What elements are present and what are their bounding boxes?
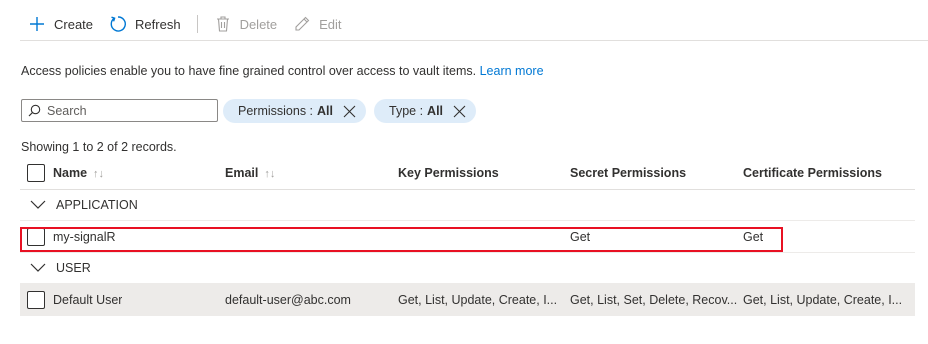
refresh-label: Refresh	[135, 16, 181, 32]
column-header-key-permissions: Key Permissions	[398, 166, 499, 180]
email-header-label: Email	[225, 166, 259, 180]
cell-secret-permissions: Get, List, Set, Delete, Recov...	[570, 292, 738, 307]
cell-name: my-signalR	[53, 229, 116, 244]
close-icon[interactable]	[343, 105, 356, 118]
permissions-filter-label: Permissions :	[238, 104, 314, 118]
group-header-user[interactable]: USER	[20, 253, 915, 284]
cell-key-permissions: Get, List, Update, Create, I...	[398, 292, 558, 307]
type-filter-pill[interactable]: Type : All	[374, 99, 477, 123]
cell-certificate-permissions: Get	[743, 229, 764, 244]
chevron-down-icon	[30, 199, 46, 211]
search-icon	[28, 104, 42, 118]
delete-label: Delete	[239, 16, 278, 32]
column-header-email[interactable]: Email ↑↓	[225, 166, 275, 180]
edit-label: Edit	[319, 16, 342, 32]
name-header-label: Name	[53, 166, 88, 180]
close-icon[interactable]	[453, 105, 466, 118]
access-policies-grid: Name ↑↓ Email ↑↓ Key Permissions Secret Pe…	[20, 157, 915, 316]
row-checkbox[interactable]	[27, 227, 45, 246]
refresh-icon	[109, 15, 127, 33]
type-filter-value: All	[427, 104, 444, 118]
row-checkbox[interactable]	[27, 290, 45, 309]
table-row[interactable]: Default User default-user@abc.com Get, L…	[20, 284, 915, 316]
refresh-button[interactable]: Refresh	[101, 8, 189, 40]
type-filter-label: Type :	[389, 104, 424, 118]
column-header-name[interactable]: Name ↑↓	[53, 166, 104, 180]
table-row[interactable]: my-signalR Get Get	[20, 221, 915, 253]
description-text: Access policies enable you to have fine …	[21, 64, 477, 78]
plus-icon	[28, 15, 46, 33]
permissions-filter-pill[interactable]: Permissions : All	[223, 99, 367, 123]
grid-header: Name ↑↓ Email ↑↓ Key Permissions Secret Pe…	[20, 157, 915, 190]
chevron-down-icon	[30, 262, 46, 274]
cell-certificate-permissions: Get, List, Update, Create, I...	[743, 292, 903, 307]
description: Access policies enable you to have fine …	[21, 64, 544, 78]
search-box[interactable]	[21, 99, 218, 122]
trash-icon	[214, 15, 232, 33]
create-label: Create	[54, 16, 94, 32]
toolbar-separator	[196, 15, 198, 33]
cell-name: Default User	[53, 292, 123, 307]
select-all-checkbox[interactable]	[27, 164, 45, 182]
toolbar-divider	[20, 40, 928, 41]
group-label: APPLICATION	[56, 198, 138, 212]
search-input[interactable]	[47, 103, 207, 118]
create-button[interactable]: Create	[20, 8, 101, 40]
sort-icon: ↑↓	[264, 168, 276, 180]
learn-more-link[interactable]: Learn more	[480, 64, 544, 78]
edit-button[interactable]: Edit	[285, 8, 349, 40]
pencil-icon	[293, 15, 311, 33]
records-count: Showing 1 to 2 of 2 records.	[21, 140, 177, 154]
group-label: USER	[56, 261, 91, 275]
cell-email: default-user@abc.com	[225, 292, 351, 307]
cell-secret-permissions: Get	[570, 229, 591, 244]
permissions-filter-value: All	[317, 104, 334, 118]
group-header-application[interactable]: APPLICATION	[20, 190, 915, 221]
sort-icon: ↑↓	[93, 168, 105, 180]
column-header-certificate-permissions: Certificate Permissions	[743, 166, 882, 180]
command-bar: Create Refresh Delete Edit	[20, 8, 350, 40]
column-header-secret-permissions: Secret Permissions	[570, 166, 687, 180]
delete-button[interactable]: Delete	[206, 8, 286, 40]
